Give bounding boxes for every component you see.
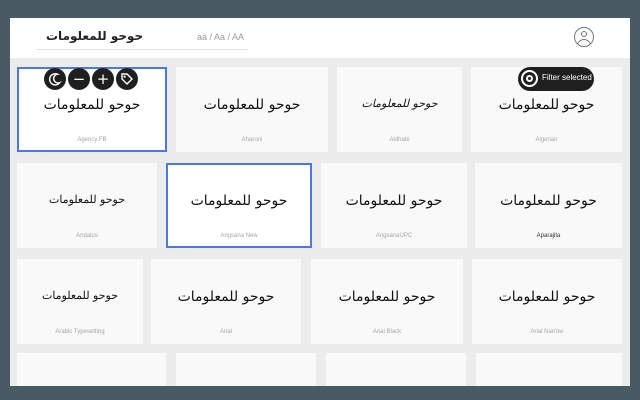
target-icon	[521, 70, 538, 87]
font-card-angsanaupc[interactable]: حوحو للمعلومات AngsanaUPC	[321, 163, 467, 248]
font-card[interactable]	[476, 353, 622, 386]
search-input[interactable]: حوحو للمعلومات	[46, 29, 143, 43]
font-card[interactable]	[17, 353, 166, 386]
font-name: Algerian	[535, 137, 558, 143]
font-sample: حوحو للمعلومات	[48, 193, 126, 206]
font-card-aparajita[interactable]: حوحو للمعلومات Aparajita	[475, 163, 622, 248]
font-sample: حوحو للمعلومات	[190, 193, 288, 209]
font-card[interactable]	[176, 353, 316, 386]
font-name: AngsanaUPC	[375, 233, 413, 239]
search-field[interactable]: حوحو للمعلومات aa / Aa / AA	[36, 26, 248, 50]
font-card-aldhabi[interactable]: حوحو للمعلومات Aldhabi	[337, 67, 462, 152]
font-card[interactable]	[326, 353, 466, 386]
plus-icon[interactable]: +	[92, 68, 114, 90]
font-name: Aldhabi	[389, 137, 410, 143]
filter-selected-label: Filter selected	[542, 73, 592, 82]
font-card-arabic-typesetting[interactable]: حوحو للمعلومات Arabic Typesetting	[17, 259, 143, 344]
filter-selected-button[interactable]: Filter selected	[518, 67, 594, 91]
font-name: Arial Narrow	[530, 329, 564, 335]
top-bar: حوحو للمعلومات aa / Aa / AA	[10, 18, 630, 58]
font-sample: حوحو للمعلومات	[177, 289, 275, 305]
font-name: Arial	[219, 329, 232, 335]
font-card-angsana-new[interactable]: حوحو للمعلومات Angsana New	[166, 163, 312, 248]
font-name: Angsana New	[220, 233, 258, 239]
font-card-arial[interactable]: حوحو للمعلومات Arial	[151, 259, 301, 344]
font-name: Andalus	[76, 233, 98, 239]
font-sample: حوحو للمعلومات	[345, 193, 443, 209]
font-sample: حوحو للمعلومات	[498, 289, 596, 305]
user-avatar-icon[interactable]	[574, 27, 594, 47]
font-sample: حوحو للمعلومات	[43, 97, 141, 113]
tag-icon[interactable]	[116, 68, 138, 90]
minus-icon[interactable]: −	[68, 68, 90, 90]
font-card-andalus[interactable]: حوحو للمعلومات Andalus	[17, 163, 157, 248]
font-sample: حوحو للمعلومات	[500, 193, 597, 209]
font-name: Agency FB	[77, 137, 107, 143]
app-window: حوحو للمعلومات aa / Aa / AA حوحو للمعلوم…	[10, 18, 630, 386]
font-card-arial-narrow[interactable]: حوحو للمعلومات Arial Narrow	[472, 259, 622, 344]
font-sample: حوحو للمعلومات	[361, 97, 438, 110]
font-name: Aharoni	[241, 137, 263, 143]
font-sample: حوحو للمعلومات	[41, 289, 119, 302]
moon-icon[interactable]	[44, 68, 66, 90]
font-name: Arabic Typesetting	[55, 329, 105, 335]
font-card-aharoni[interactable]: حوحو للمعلومات Aharoni	[176, 67, 328, 152]
font-sample: حوحو للمعلومات	[203, 97, 301, 113]
font-name: Aparajita	[536, 233, 561, 239]
font-name: Arial Black	[372, 329, 402, 335]
font-sample: حوحو للمعلومات	[338, 289, 436, 305]
font-card-arial-black[interactable]: حوحو للمعلومات Arial Black	[311, 259, 463, 344]
case-options[interactable]: aa / Aa / AA	[197, 32, 244, 42]
font-sample: حوحو للمعلومات	[498, 98, 595, 113]
